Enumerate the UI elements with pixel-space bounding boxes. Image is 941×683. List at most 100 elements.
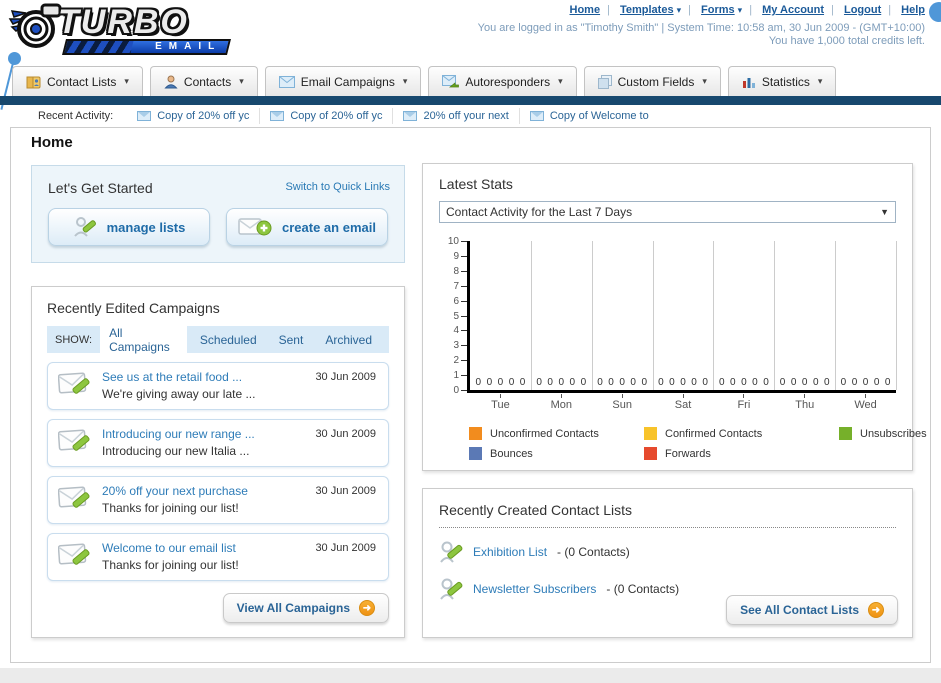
- legend-swatch: [469, 447, 482, 460]
- gridline: [530, 241, 532, 390]
- y-tick-label: 7: [453, 280, 459, 292]
- tab-label: Statistics: [761, 74, 810, 89]
- chevron-down-icon: ▾: [239, 76, 244, 86]
- logo-subtext: EMAIL: [155, 41, 222, 52]
- value-label: 0: [763, 377, 769, 388]
- x-tick-label: Sat: [653, 394, 714, 411]
- legend-swatch: [644, 427, 657, 440]
- value-label: 0: [475, 377, 482, 388]
- value-label: 0: [752, 377, 758, 388]
- value-label: 0: [547, 377, 553, 388]
- value-label: 0: [840, 377, 847, 388]
- recent-activity-item[interactable]: Copy of 20% off yc: [127, 108, 259, 124]
- chart-y-axis: 10 9 8 7 6 5 4 3 2 1 0: [439, 236, 467, 396]
- campaign-item[interactable]: Introducing our new range ... Introducin…: [47, 419, 389, 467]
- header-link[interactable]: My Account: [762, 4, 841, 16]
- legend-item: Unsubscribes: [839, 427, 927, 440]
- tab-contacts[interactable]: Contacts ▾: [149, 66, 258, 96]
- y-tick-label: 2: [453, 355, 459, 367]
- stats-dropdown[interactable]: Contact Activity for the Last 7 Days ▼: [439, 201, 896, 223]
- see-all-contact-lists-button[interactable]: See All Contact Lists ➜: [726, 595, 898, 625]
- x-tick-label: Sun: [592, 394, 653, 411]
- envelope-icon: [529, 111, 544, 121]
- gridline: [896, 241, 897, 390]
- value-label: 0: [851, 377, 858, 388]
- contact-list-link[interactable]: Exhibition List: [473, 545, 547, 559]
- main-content: Home Let's Get Started Switch to Quick L…: [10, 128, 931, 663]
- arrow-right-icon: ➜: [359, 600, 375, 616]
- campaign-subtitle: Thanks for joining our list!: [102, 501, 239, 515]
- value-label-group: 00000: [713, 377, 774, 388]
- contact-list-count: - (0 Contacts): [606, 582, 680, 596]
- dotted-divider: [439, 527, 896, 528]
- envelope-icon: [137, 111, 152, 121]
- recently-edited-campaigns-panel: Recently Edited Campaigns SHOW: All Camp…: [31, 286, 405, 638]
- header-link[interactable]: Logout: [844, 4, 898, 16]
- envelope-plus-icon: [238, 218, 272, 236]
- contact-list-count: - (0 Contacts): [557, 545, 630, 559]
- legend-swatch: [644, 447, 657, 460]
- header-link[interactable]: Home: [570, 4, 617, 16]
- header-link[interactable]: Templates ▾: [620, 4, 698, 16]
- value-label: 0: [680, 377, 686, 388]
- recent-activity-bar: Recent Activity: Copy of 20% off yc Copy…: [10, 105, 931, 128]
- recent-activity-item[interactable]: Copy of 20% off yc: [259, 108, 392, 124]
- filter-archived[interactable]: Archived: [316, 330, 381, 350]
- chevron-down-icon: ▾: [558, 76, 563, 86]
- manage-lists-button[interactable]: manage lists: [48, 208, 210, 246]
- tab-contact-lists[interactable]: Contact Lists ▾: [12, 66, 143, 96]
- chevron-down-icon: ▾: [702, 76, 707, 86]
- create-email-button[interactable]: create an email: [226, 208, 388, 246]
- x-tick-mark: [560, 394, 562, 398]
- contact-list-link[interactable]: Newsletter Subscribers: [473, 582, 596, 596]
- recent-activity-items: Copy of 20% off yc Copy of 20% off yc 20…: [127, 108, 659, 124]
- campaigns-title: Recently Edited Campaigns: [47, 300, 220, 316]
- y-tick-label: 1: [453, 370, 459, 382]
- envelope-pencil-icon: [58, 543, 90, 565]
- turbo-email-logo[interactable]: TURBO EMAIL: [6, 3, 246, 59]
- gridline: [835, 241, 837, 390]
- x-tick-label: Tue: [470, 394, 531, 411]
- tab-autoresponders[interactable]: Autoresponders ▾: [428, 66, 577, 96]
- switch-quick-links[interactable]: Switch to Quick Links: [285, 181, 390, 193]
- recent-activity-item[interactable]: Copy of Welcome to: [518, 108, 659, 124]
- show-label: SHOW:: [55, 333, 93, 346]
- campaign-date: 30 Jun 2009: [315, 542, 376, 554]
- value-label: 0: [824, 377, 830, 388]
- campaign-item[interactable]: Welcome to our email list Thanks for joi…: [47, 533, 389, 581]
- view-all-campaigns-button[interactable]: View All Campaigns ➜: [222, 593, 389, 623]
- y-tick-label: 5: [453, 310, 459, 322]
- header-link[interactable]: Forms ▾: [701, 4, 759, 16]
- recent-activity-item[interactable]: 20% off your next: [392, 108, 518, 124]
- filter-sent[interactable]: Sent: [270, 330, 313, 350]
- latest-stats-title: Latest Stats: [439, 176, 513, 192]
- login-status-text: You are logged in as "Timothy Smith" | S…: [477, 22, 925, 34]
- value-label: 0: [519, 377, 526, 388]
- campaign-subtitle: Introducing our new Italia ...: [102, 444, 250, 458]
- tab-email-campaigns[interactable]: Email Campaigns ▾: [264, 66, 422, 96]
- campaign-item[interactable]: 20% off your next purchase Thanks for jo…: [47, 476, 389, 524]
- filter-all-campaigns[interactable]: All Campaigns: [100, 322, 187, 357]
- value-label-group: 00000: [835, 377, 896, 388]
- contact-list-item[interactable]: Exhibition List - (0 Contacts): [439, 539, 896, 565]
- tab-custom-fields[interactable]: Custom Fields ▾: [583, 66, 721, 96]
- tab-statistics[interactable]: Statistics ▾: [727, 66, 837, 96]
- x-tick-mark: [804, 394, 806, 398]
- envelope-icon: [403, 111, 418, 121]
- filter-scheduled[interactable]: Scheduled: [191, 330, 266, 350]
- gridline: [591, 241, 593, 390]
- value-label: 0: [730, 377, 736, 388]
- value-label: 0: [558, 377, 565, 388]
- logo-bar: EMAIL: [62, 39, 231, 55]
- legend-item: Unconfirmed Contacts: [469, 427, 644, 440]
- annotation-dot-right: [929, 2, 941, 22]
- x-tick-mark: [682, 394, 684, 398]
- x-tick-label: Fri: [713, 394, 774, 411]
- value-label: 0: [669, 377, 675, 388]
- value-label: 0: [608, 377, 614, 388]
- value-label: 0: [884, 377, 891, 388]
- logo-text: TURBO: [58, 3, 189, 41]
- y-tick-label: 10: [447, 236, 459, 247]
- header-link[interactable]: Help: [901, 4, 925, 16]
- campaign-item[interactable]: See us at the retail food ... We're givi…: [47, 362, 389, 410]
